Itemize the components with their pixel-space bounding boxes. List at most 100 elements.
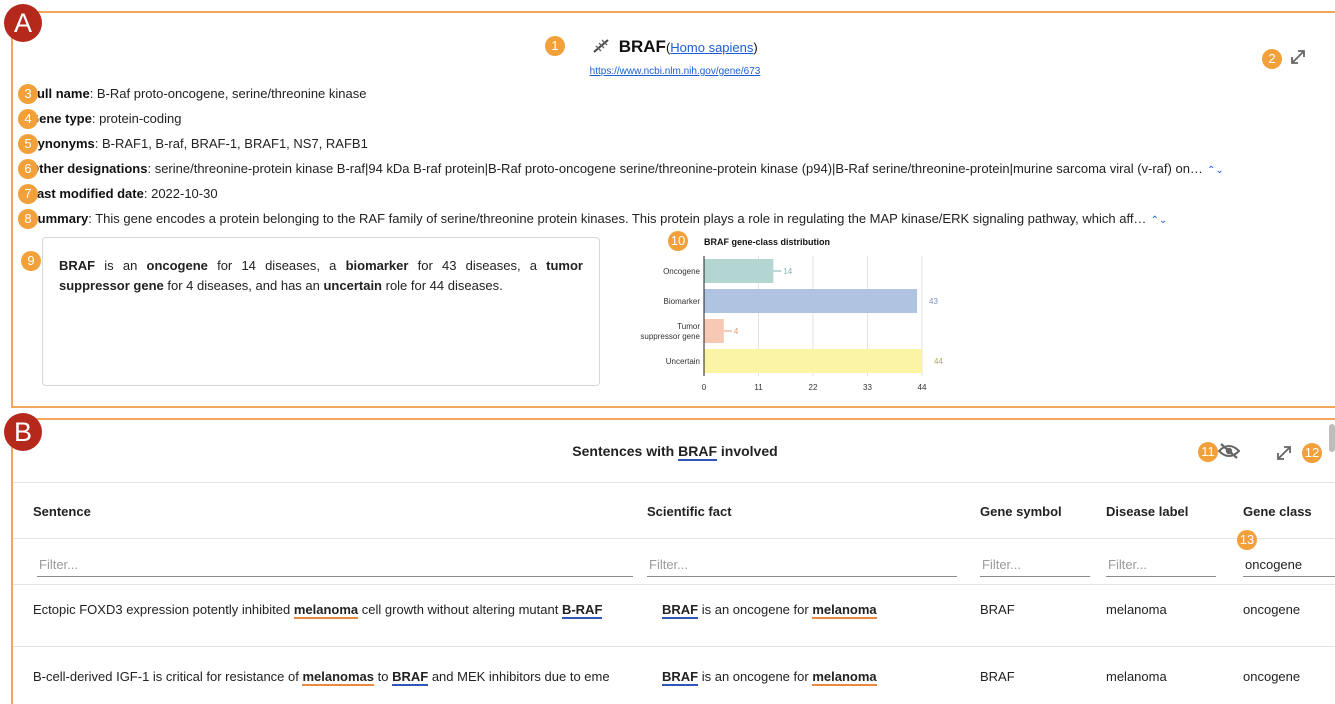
marker-3: 3	[18, 84, 38, 104]
bar-biomarker	[704, 289, 918, 313]
table-title: Sentences with BRAF involved	[13, 443, 1335, 461]
statement-oncogene: oncogene	[146, 258, 208, 273]
full-name-value: : B-Raf proto-oncogene, serine/threonine…	[89, 86, 367, 101]
gene-class-distribution-chart: BRAF gene-class distribution 0 11 22 33 44 Onc…	[640, 237, 943, 392]
row2-gene-symbol: BRAF	[980, 669, 1015, 684]
full-name-label: Full name	[29, 86, 90, 101]
disease-mention: melanomas	[302, 669, 375, 686]
gene-header: BRAF(Homo sapiens)	[13, 37, 1335, 57]
filter-sentence-input[interactable]	[37, 552, 633, 577]
row1-disease-label: melanoma	[1106, 602, 1167, 617]
marker-2: 2	[1262, 49, 1282, 69]
statement-biomarker: biomarker	[345, 258, 409, 273]
x-tick-label: 44	[918, 383, 927, 392]
filter-disease-input[interactable]	[1106, 552, 1216, 577]
divider	[13, 646, 1335, 647]
marker-13: 13	[1237, 530, 1257, 550]
gene-type-label: Gene type	[29, 111, 92, 126]
category-label: Tumor	[677, 322, 700, 331]
statement-text: for 43 diseases, a	[408, 258, 547, 273]
row2-gene-class: oncogene	[1243, 669, 1301, 684]
marker-6: 6	[18, 159, 38, 179]
row1-gene-symbol: BRAF	[980, 602, 1015, 617]
gene-info-panel: 1 BRAF(Homo sapiens) https://www.ncbi.nl…	[11, 11, 1335, 408]
filter-gene-class-input[interactable]	[1243, 552, 1335, 577]
divider	[13, 538, 1335, 539]
divider	[13, 584, 1335, 585]
statement-gene: BRAF	[59, 258, 96, 273]
col-header-sentence[interactable]: Sentence	[33, 504, 91, 519]
eye-off-icon[interactable]	[1217, 442, 1241, 465]
col-header-gene-class[interactable]: Gene class	[1243, 504, 1312, 519]
marker-8: 8	[18, 209, 38, 229]
title-suffix: involved	[717, 443, 778, 459]
section-b-marker: B	[4, 413, 42, 451]
sentences-panel: Sentences with BRAF involved 11 12 Sente…	[11, 418, 1335, 704]
filter-gene-symbol-input[interactable]	[980, 552, 1090, 577]
disease-mention: melanoma	[812, 669, 877, 686]
marker-10: 10	[668, 231, 688, 251]
col-header-fact[interactable]: Scientific fact	[647, 504, 732, 519]
other-designations-value: : serine/threonine-protein kinase B-raf|…	[147, 161, 1203, 176]
gene-mention: BRAF	[662, 602, 699, 619]
statement-text: for 14 diseases, a	[207, 258, 346, 273]
title-prefix: Sentences with	[572, 443, 679, 459]
expand-toggle-icon[interactable]: ⌃⌄	[1150, 215, 1167, 226]
gene-mention: BRAF	[392, 669, 429, 686]
marker-11: 11	[1198, 442, 1218, 462]
row2-disease-label: melanoma	[1106, 669, 1167, 684]
expand-arrows-icon[interactable]	[1274, 443, 1294, 468]
chart-title: BRAF gene-class distribution	[704, 237, 830, 247]
synonyms-line: Synonyms: B-RAF1, B-raf, BRAF-1, BRAF1, …	[29, 136, 368, 151]
category-label: Biomarker	[664, 297, 701, 306]
row2-sentence: B-cell-derived IGF-1 is critical for res…	[33, 669, 610, 686]
value-label: 44	[934, 357, 943, 366]
marker-4: 4	[18, 109, 38, 129]
marker-7: 7	[18, 184, 38, 204]
gene-mention: B-RAF	[561, 602, 603, 619]
ncbi-gene-link[interactable]: https://www.ncbi.nlm.nih.gov/gene/673	[13, 66, 1335, 77]
value-label: 4	[734, 327, 739, 336]
species-link[interactable]: Homo sapiens	[670, 40, 753, 55]
statement-text: role for 44 diseases.	[382, 278, 503, 293]
disease-mention: melanoma	[812, 602, 877, 619]
col-header-disease-label[interactable]: Disease label	[1106, 504, 1188, 519]
gene-mention: BRAF	[662, 669, 699, 686]
marker-1: 1	[545, 36, 565, 56]
synonyms-value: : B-RAF1, B-raf, BRAF-1, BRAF1, NS7, RAF…	[94, 136, 368, 151]
marker-9: 9	[21, 251, 41, 271]
bar-tumor-suppressor-gene	[704, 319, 724, 343]
disease-mention: melanoma	[293, 602, 359, 619]
statement-text: for 4 diseases, and has an	[163, 278, 324, 293]
paren-close: )	[753, 40, 758, 55]
x-tick-label: 33	[863, 383, 872, 392]
gene-symbol: BRAF	[618, 37, 666, 56]
marker-5: 5	[18, 134, 38, 154]
summary-value: : This gene encodes a protein belonging …	[88, 211, 1147, 226]
statement-uncertain: uncertain	[323, 278, 382, 293]
scrollbar-thumb[interactable]	[1329, 424, 1335, 452]
filter-fact-input[interactable]	[647, 552, 957, 577]
title-gene: BRAF	[678, 443, 717, 461]
dna-icon	[592, 39, 614, 56]
expand-arrows-icon[interactable]	[1288, 47, 1308, 72]
col-header-gene-symbol[interactable]: Gene symbol	[980, 504, 1062, 519]
bar-oncogene	[704, 259, 774, 283]
section-a-marker: A	[4, 4, 42, 42]
x-tick-label: 22	[809, 383, 818, 392]
category-label: Oncogene	[663, 267, 700, 276]
value-label: 43	[929, 297, 938, 306]
other-designations-label: Other designations	[29, 161, 148, 176]
last-modified-value: : 2022-10-30	[143, 186, 218, 201]
statement-text: is an	[95, 258, 147, 273]
expand-toggle-icon[interactable]: ⌃⌄	[1207, 165, 1224, 176]
full-name-line: Full name: B-Raf proto-oncogene, serine/…	[29, 86, 366, 101]
gene-role-statement: BRAF is an oncogene for 14 diseases, a b…	[42, 237, 600, 386]
gene-type-line: Gene type: protein-coding	[29, 111, 181, 126]
summary-line: Summary: This gene encodes a protein bel…	[29, 211, 1167, 226]
divider	[13, 482, 1335, 483]
synonyms-label: Synonyms	[29, 136, 95, 151]
last-modified-label: Last modified date	[29, 186, 144, 201]
bar-uncertain	[704, 349, 922, 373]
row1-gene-class: oncogene	[1243, 602, 1301, 617]
